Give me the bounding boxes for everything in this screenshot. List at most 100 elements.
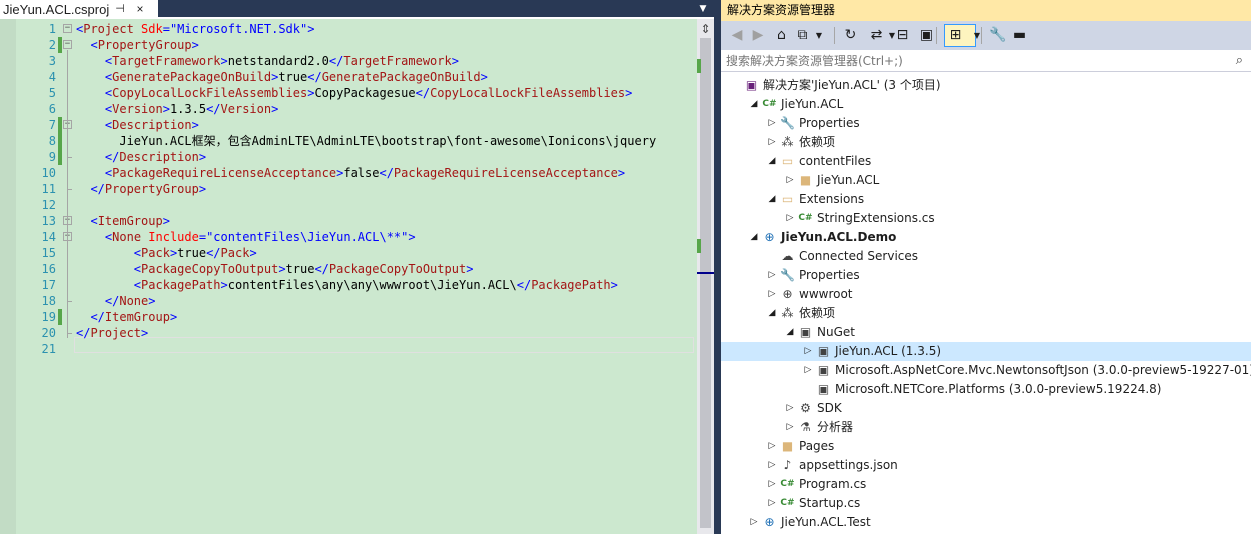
code-line[interactable]: <Description> bbox=[76, 117, 199, 133]
solution-tree[interactable]: ▣ 解决方案'JieYun.ACL' (3 个项目) ◢ C# JieYun.ACL ▷ 🔧… bbox=[721, 76, 1251, 534]
collapsed-arrow-icon[interactable]: ▷ bbox=[767, 494, 777, 513]
forward-icon[interactable]: ▶ bbox=[751, 26, 765, 45]
expanded-arrow-icon[interactable]: ◢ bbox=[785, 323, 795, 342]
collapsed-arrow-icon[interactable]: ▷ bbox=[749, 513, 759, 532]
vertical-scrollbar[interactable]: ⇕ bbox=[697, 19, 714, 534]
collapsed-arrow-icon[interactable]: ▷ bbox=[767, 475, 777, 494]
collapsed-arrow-icon[interactable]: ▷ bbox=[785, 399, 795, 418]
tree-item[interactable]: ◢ ⁂ 依赖项 bbox=[721, 304, 1251, 323]
collapsed-arrow-icon[interactable]: ▷ bbox=[785, 209, 795, 228]
code-lines[interactable]: <Project Sdk="Microsoft.NET.Sdk"> <Prope… bbox=[76, 19, 695, 534]
collapsed-arrow-icon[interactable]: ▷ bbox=[767, 437, 777, 456]
tree-item[interactable]: ◢ ▭ contentFiles bbox=[721, 152, 1251, 171]
expanded-arrow-icon[interactable]: ◢ bbox=[749, 95, 759, 114]
code-line[interactable]: <ItemGroup> bbox=[76, 213, 170, 229]
code-line[interactable]: </PropertyGroup> bbox=[76, 181, 206, 197]
tree-item[interactable]: ◢ ▣ NuGet bbox=[721, 323, 1251, 342]
tree-item[interactable]: ◢ C# JieYun.ACL bbox=[721, 95, 1251, 114]
csharp-file-icon: C# bbox=[798, 213, 813, 223]
collapsed-arrow-icon[interactable]: ▷ bbox=[767, 133, 777, 152]
tree-item[interactable]: ☁ Connected Services bbox=[721, 247, 1251, 266]
tree-item[interactable]: ▷ ⚙ SDK bbox=[721, 399, 1251, 418]
code-line[interactable]: <None Include="contentFiles\JieYun.ACL\*… bbox=[76, 229, 416, 245]
collapsed-arrow-icon[interactable]: ▷ bbox=[785, 418, 795, 437]
expanded-arrow-icon[interactable]: ◢ bbox=[749, 228, 759, 247]
code-line[interactable]: <CopyLocalLockFileAssemblies>CopyPackage… bbox=[76, 85, 632, 101]
tree-item[interactable]: ▷ ■ Pages bbox=[721, 437, 1251, 456]
pending-changes-icon[interactable]: ↻ bbox=[842, 26, 859, 45]
expanded-arrow-icon[interactable]: ◢ bbox=[767, 152, 777, 171]
line-number-gutter: 1 2 3 4 5 6 7 8 9 10 11 12 13 14 15 16 17 18 19 20 21 bbox=[16, 19, 56, 534]
tree-item[interactable]: ▷ ▣ Microsoft.AspNetCore.Mvc.NewtonsoftJso… bbox=[721, 361, 1251, 380]
code-line[interactable]: </Project> bbox=[76, 325, 148, 341]
collapsed-arrow-icon[interactable]: ▷ bbox=[767, 114, 777, 133]
tree-item[interactable]: ◢ ▭ Extensions bbox=[721, 190, 1251, 209]
collapsed-arrow-icon[interactable]: ▷ bbox=[767, 285, 777, 304]
tree-item[interactable]: ▷ 🔧 Properties bbox=[721, 266, 1251, 285]
code-line[interactable]: <TargetFramework>netstandard2.0</TargetF… bbox=[76, 53, 459, 69]
expanded-arrow-icon[interactable]: ◢ bbox=[767, 304, 777, 323]
home-icon[interactable]: ⌂ bbox=[773, 26, 790, 45]
tree-item[interactable]: ▣ 解决方案'JieYun.ACL' (3 个项目) bbox=[721, 76, 1251, 95]
code-line[interactable]: <Project Sdk="Microsoft.NET.Sdk"> bbox=[76, 21, 314, 37]
collapsed-arrow-icon[interactable] bbox=[767, 247, 777, 266]
code-line[interactable]: <Pack>true</Pack> bbox=[76, 245, 257, 261]
collapsed-arrow-icon[interactable] bbox=[803, 380, 813, 399]
chevron-down-icon[interactable]: ▼ bbox=[888, 26, 896, 45]
solution-explorer-title[interactable]: 解决方案资源管理器 bbox=[721, 0, 1251, 21]
collapsed-arrow-icon[interactable]: ▷ bbox=[803, 361, 813, 380]
expanded-arrow-icon[interactable]: ◢ bbox=[767, 190, 777, 209]
back-icon[interactable]: ◀ bbox=[730, 26, 744, 45]
pane-splitter[interactable] bbox=[714, 0, 721, 534]
tree-item[interactable]: ◢ ⊕ JieYun.ACL.Demo bbox=[721, 228, 1251, 247]
code-line[interactable]: </Description> bbox=[76, 149, 206, 165]
code-line[interactable]: <PackageCopyToOutput>true</PackageCopyTo… bbox=[76, 261, 474, 277]
chevron-down-icon[interactable]: ▼ bbox=[973, 26, 981, 45]
code-line[interactable]: <Version>1.3.5</Version> bbox=[76, 101, 278, 117]
tree-item[interactable]: ▷ ⊕ JieYun.ACL.Test bbox=[721, 513, 1251, 532]
collapse-region-icon[interactable]: − bbox=[63, 24, 72, 33]
editor-text-area[interactable]: 1 2 3 4 5 6 7 8 9 10 11 12 13 14 15 16 17 18 19 20 21 <Proje… bbox=[0, 19, 697, 534]
collapsed-arrow-icon[interactable]: ▷ bbox=[785, 171, 795, 190]
collapse-region-icon[interactable]: − bbox=[63, 40, 72, 49]
show-all-files-icon[interactable]: ▣ bbox=[918, 26, 935, 45]
xml-element-name: CopyLocalLockFileAssemblies bbox=[112, 86, 308, 100]
xml-element-name: PropertyGroup bbox=[97, 38, 192, 52]
switch-views-icon[interactable]: ⧉ bbox=[794, 26, 811, 45]
minus-icon[interactable]: ▬ bbox=[1011, 26, 1028, 45]
tree-item[interactable]: ▷ ▣ JieYun.ACL (1.3.5) bbox=[721, 342, 1251, 361]
search-box[interactable]: ⌕ bbox=[721, 50, 1251, 72]
code-line[interactable]: </None> bbox=[76, 293, 156, 309]
tree-item[interactable]: ▷ ⁂ 依赖项 bbox=[721, 133, 1251, 152]
tree-item[interactable]: ▷ ⊕ wwwroot bbox=[721, 285, 1251, 304]
code-line[interactable]: <PackageRequireLicenseAcceptance>false</… bbox=[76, 165, 625, 181]
sync-icon[interactable]: ⇄ bbox=[868, 26, 885, 45]
collapsed-arrow-icon[interactable]: ▷ bbox=[767, 456, 777, 475]
collapsed-arrow-icon[interactable]: ▷ bbox=[767, 266, 777, 285]
code-line[interactable]: <GeneratePackageOnBuild>true</GeneratePa… bbox=[76, 69, 488, 85]
tree-item[interactable]: ▷ ♪ appsettings.json bbox=[721, 456, 1251, 475]
collapse-all-icon[interactable]: ⊟ bbox=[894, 26, 911, 45]
search-input[interactable] bbox=[726, 50, 1206, 72]
code-line[interactable]: <PackagePath>contentFiles\any\any\wwwroo… bbox=[76, 277, 618, 293]
tree-item[interactable]: ▷ C# Startup.cs bbox=[721, 494, 1251, 513]
chevron-down-icon[interactable]: ▼ bbox=[815, 26, 823, 45]
tree-item[interactable]: ▷ C# StringExtensions.cs bbox=[721, 209, 1251, 228]
tree-item[interactable]: ▷ 🔧 Properties bbox=[721, 114, 1251, 133]
split-window-icon[interactable]: ⇕ bbox=[697, 22, 714, 36]
tree-item[interactable]: ▷ ■ JieYun.ACL bbox=[721, 171, 1251, 190]
preview-icon[interactable]: ⊞ bbox=[947, 26, 964, 45]
tree-item-label: contentFiles bbox=[799, 154, 872, 168]
collapsed-arrow-icon[interactable] bbox=[731, 76, 741, 95]
tree-item[interactable]: ▣ Microsoft.NETCore.Platforms (3.0.0-prev… bbox=[721, 380, 1251, 399]
properties-wrench-icon[interactable]: 🔧 bbox=[989, 26, 1006, 45]
search-icon[interactable]: ⌕ bbox=[1236, 53, 1243, 68]
tree-item[interactable]: ▷ C# Program.cs bbox=[721, 475, 1251, 494]
tree-item[interactable]: ▷ ⚗ 分析器 bbox=[721, 418, 1251, 437]
collapsed-arrow-icon[interactable]: ▷ bbox=[803, 342, 813, 361]
tree-item-label: 分析器 bbox=[817, 420, 854, 434]
code-line[interactable]: <PropertyGroup> bbox=[76, 37, 198, 53]
scrollbar-thumb[interactable] bbox=[700, 38, 711, 528]
code-line[interactable]: </ItemGroup> bbox=[76, 309, 177, 325]
code-line[interactable]: JieYun.ACL框架，包含AdminLTE\AdminLTE\bootstr… bbox=[76, 133, 656, 149]
